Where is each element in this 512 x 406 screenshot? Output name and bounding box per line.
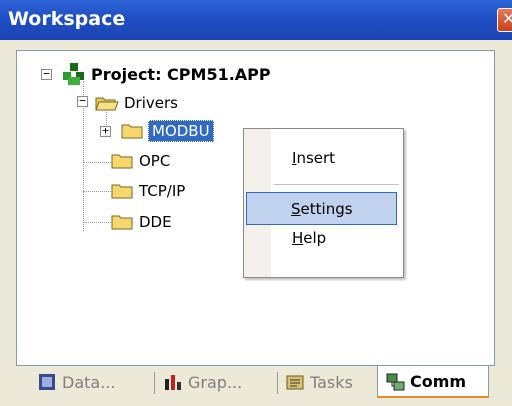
menu-item-insert[interactable]: Insert (292, 149, 335, 167)
modbus-expander[interactable]: + (100, 125, 111, 137)
tab-bar: Data... Grap... Tasks Comm (16, 366, 495, 402)
window-title: Workspace (8, 8, 126, 30)
modbus-label: MODBU (148, 120, 214, 142)
menu-item-help[interactable]: Help (292, 229, 326, 247)
tcpip-label: TCP/IP (139, 182, 186, 200)
root-expander[interactable]: − (41, 68, 52, 80)
tab-label: Comm (410, 371, 467, 391)
database-icon (38, 373, 56, 391)
comm-icon (386, 372, 405, 391)
tab-comm[interactable]: Comm (377, 366, 489, 398)
tree-item-drivers[interactable]: Drivers (95, 91, 178, 115)
open-folder-icon (95, 95, 119, 111)
tab-label: Grap... (188, 372, 243, 392)
menu-item-label: Insert (292, 149, 336, 167)
menu-item-settings[interactable]: Settings (246, 192, 397, 225)
tab-graphics[interactable]: Grap... (164, 366, 242, 398)
tab-database[interactable]: Data... (38, 366, 115, 398)
tree-item-tcpip[interactable]: TCP/IP (111, 179, 185, 203)
drivers-label: Drivers (124, 94, 178, 112)
project-label: Project: CPM51.APP (91, 64, 271, 84)
menu-separator (274, 184, 399, 185)
tab-separator (277, 372, 278, 394)
title-bar: Workspace ✕ (0, 0, 512, 40)
tree-item-opc[interactable]: OPC (111, 149, 170, 173)
drivers-expander[interactable]: − (77, 95, 88, 107)
menu-item-label: Settings (291, 200, 353, 218)
folder-icon (111, 153, 133, 169)
opc-label: OPC (139, 152, 171, 170)
folder-icon (111, 183, 133, 199)
tasks-icon (286, 373, 304, 391)
tab-separator (154, 372, 155, 394)
folder-icon (111, 214, 133, 230)
project-icon (63, 63, 85, 85)
dde-label: DDE (139, 213, 172, 231)
close-button[interactable]: ✕ (497, 8, 512, 32)
graphics-icon (164, 373, 182, 391)
close-icon: ✕ (502, 9, 512, 28)
tree-item-project[interactable]: Project: CPM51.APP (63, 62, 271, 86)
tab-tasks[interactable]: Tasks (286, 366, 353, 398)
tab-label: Tasks (310, 372, 353, 392)
folder-icon (121, 123, 143, 139)
tab-label: Data... (62, 372, 116, 392)
tree-item-dde[interactable]: DDE (111, 210, 172, 234)
menu-item-label: Help (292, 229, 327, 247)
tree-item-modbus[interactable]: MODBU (121, 119, 214, 143)
